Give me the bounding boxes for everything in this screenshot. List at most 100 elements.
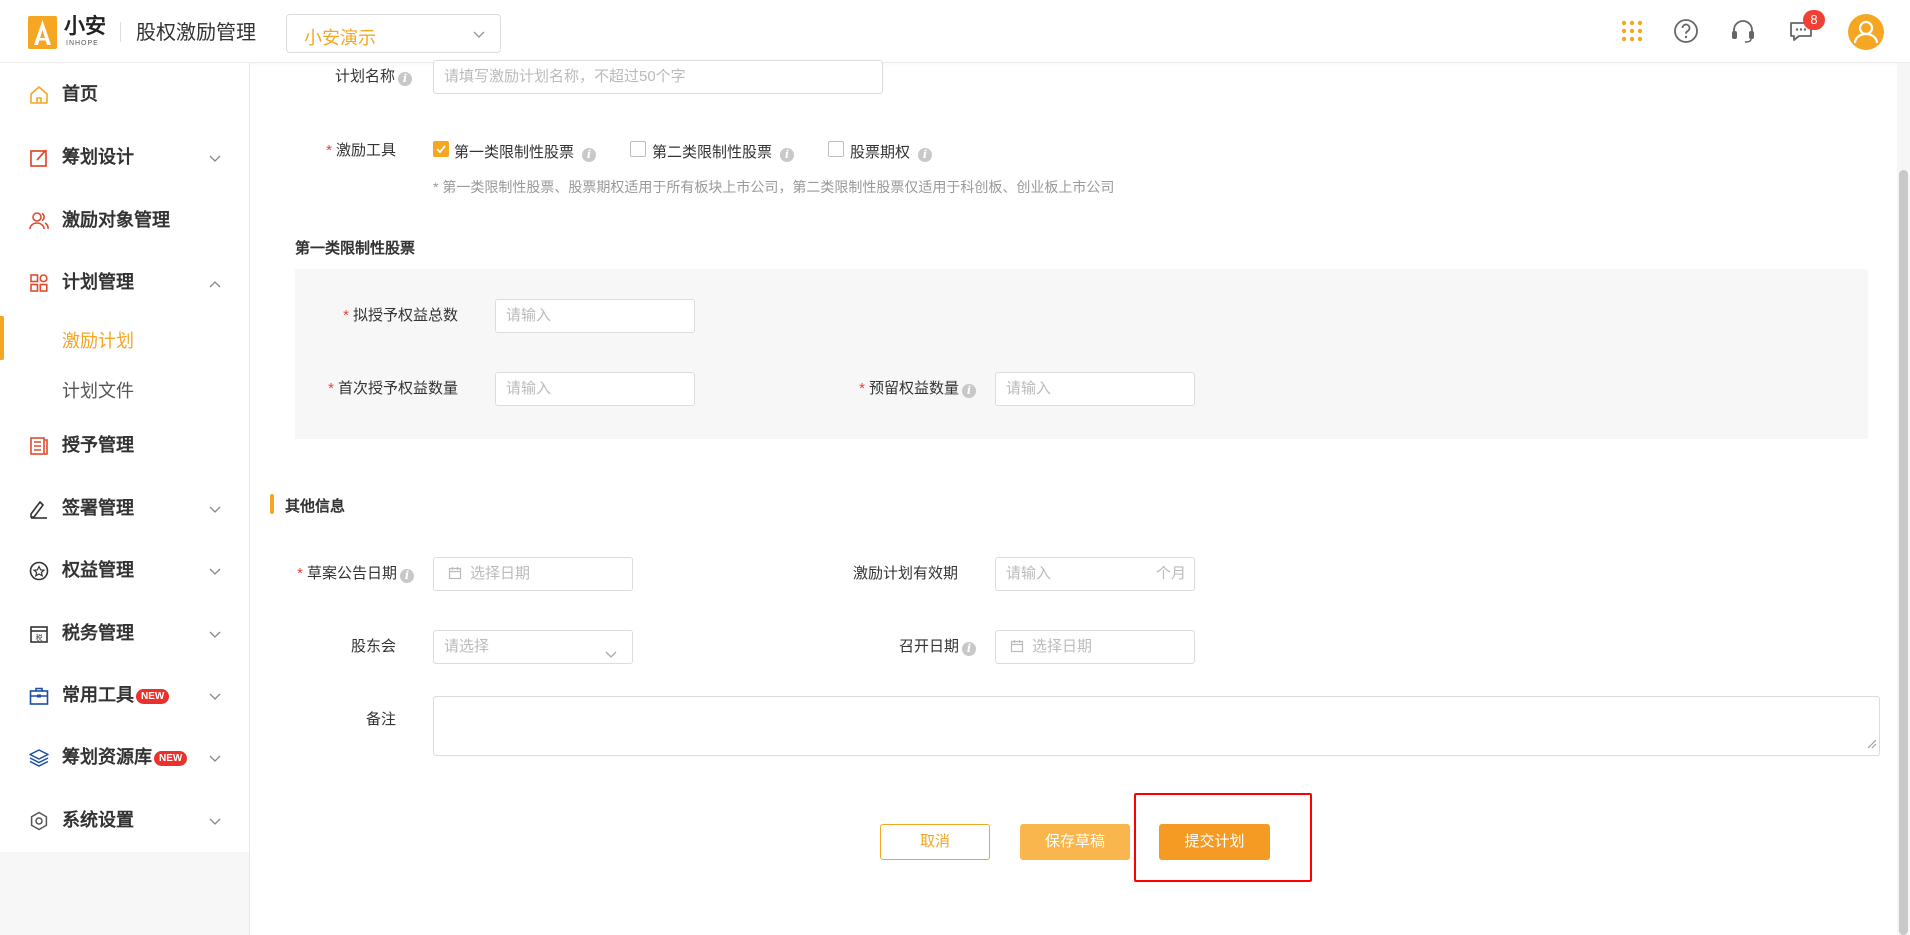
draft-date-label: * 草案公告日期 i bbox=[290, 564, 414, 584]
avatar[interactable] bbox=[1848, 14, 1884, 50]
header-divider bbox=[120, 22, 121, 42]
info-icon[interactable]: i bbox=[918, 148, 933, 162]
grid-icon bbox=[28, 272, 50, 294]
scrollbar-thumb[interactable] bbox=[1899, 170, 1908, 935]
sidebar-item-participants[interactable]: 激励对象管理 bbox=[0, 189, 249, 251]
sidebar-item-resource-library[interactable]: 筹划资源库 NEW bbox=[0, 726, 249, 788]
sidebar-item-home[interactable]: 首页 bbox=[0, 63, 249, 125]
sidebar-subitem-incentive-plan[interactable]: 激励计划 bbox=[0, 314, 249, 364]
section-accent-bar bbox=[270, 494, 274, 514]
chevron-down-icon bbox=[208, 689, 222, 706]
shareholder-meeting-select[interactable]: 请选择 bbox=[433, 630, 633, 664]
notification-badge: 8 bbox=[1803, 10, 1825, 30]
help-icon[interactable] bbox=[1672, 17, 1700, 45]
info-icon[interactable]: i bbox=[780, 148, 795, 162]
chevron-down-icon bbox=[208, 502, 222, 519]
highlight-box bbox=[1134, 793, 1312, 882]
logo-subtitle: INHOPE bbox=[66, 40, 99, 47]
sidebar-subitem-plan-files[interactable]: 计划文件 bbox=[0, 364, 249, 414]
sidebar-item-plan-management[interactable]: 计划管理 bbox=[0, 251, 249, 313]
company-select-value: 小安演示 bbox=[304, 28, 376, 48]
checkbox-type1-restricted[interactable] bbox=[433, 141, 449, 157]
validity-label: 激励计划有效期 bbox=[852, 565, 958, 582]
chevron-down-icon bbox=[208, 751, 222, 768]
chevron-down-icon bbox=[208, 564, 222, 581]
sidebar-item-label: 计划管理 bbox=[62, 272, 134, 292]
total-grant-label: * 拟授予权益总数 bbox=[343, 307, 458, 324]
sidebar-item-grant-management[interactable]: 授予管理 bbox=[0, 414, 249, 476]
sidebar-item-label: 授予管理 bbox=[62, 435, 134, 455]
calendar-icon bbox=[1010, 633, 1024, 663]
chevron-down-icon bbox=[208, 151, 222, 168]
first-grant-label: * 首次授予权益数量 bbox=[328, 380, 458, 397]
meeting-date-picker[interactable]: 选择日期 bbox=[995, 630, 1195, 664]
active-indicator bbox=[0, 316, 4, 360]
info-icon[interactable]: i bbox=[400, 569, 414, 583]
remark-label: 备注 bbox=[365, 711, 396, 728]
company-select[interactable]: 小安演示 bbox=[286, 14, 501, 53]
badge-icon bbox=[28, 560, 50, 582]
sidebar-subitem-label: 计划文件 bbox=[62, 381, 134, 401]
sidebar-subitem-label: 激励计划 bbox=[62, 331, 134, 351]
info-icon[interactable]: i bbox=[962, 642, 976, 656]
sidebar-item-system-settings[interactable]: 系统设置 bbox=[0, 789, 249, 851]
incentive-tool-hint: * 第一类限制性股票、股票期权适用于所有板块上市公司，第二类限制性股票仅适用于科… bbox=[433, 179, 1115, 195]
sidebar-item-tax-management[interactable]: 税 税务管理 bbox=[0, 602, 249, 664]
logo-text: 小安 bbox=[64, 15, 106, 38]
sign-icon bbox=[28, 498, 50, 520]
sidebar-item-signing-management[interactable]: 签署管理 bbox=[0, 477, 249, 539]
reserved-label: * 预留权益数量 i bbox=[800, 379, 976, 399]
validity-suffix: 个月 bbox=[1155, 565, 1186, 582]
toolbox-icon bbox=[28, 685, 50, 707]
calendar-icon bbox=[448, 560, 462, 590]
new-tag: NEW bbox=[154, 751, 188, 766]
info-icon[interactable]: i bbox=[962, 384, 976, 398]
draft-date-picker[interactable]: 选择日期 bbox=[433, 557, 633, 591]
customer-service-icon[interactable] bbox=[1729, 17, 1757, 45]
first-grant-input[interactable]: 请输入 bbox=[495, 372, 695, 406]
logo-icon[interactable] bbox=[28, 16, 57, 49]
sidebar-item-label: 税务管理 bbox=[62, 623, 134, 643]
section-title-other: 其他信息 bbox=[285, 498, 346, 515]
book-icon bbox=[28, 435, 50, 457]
section-title-type1: 第一类限制性股票 bbox=[295, 240, 416, 257]
chevron-up-icon bbox=[208, 276, 222, 293]
layers-icon bbox=[28, 747, 50, 769]
home-icon bbox=[28, 84, 50, 106]
sidebar-item-equity-management[interactable]: 权益管理 bbox=[0, 539, 249, 601]
meeting-date-label: 召开日期 i bbox=[800, 637, 976, 657]
info-icon[interactable]: i bbox=[582, 148, 597, 162]
sidebar-item-label: 首页 bbox=[62, 84, 98, 104]
remark-textarea[interactable] bbox=[433, 696, 1880, 756]
checkbox-stock-option[interactable] bbox=[828, 141, 844, 157]
total-grant-input[interactable]: 请输入 bbox=[495, 299, 695, 333]
cancel-button[interactable]: 取消 bbox=[880, 824, 990, 860]
new-tag: NEW bbox=[136, 689, 170, 704]
shareholder-meeting-label: 股东会 bbox=[350, 638, 396, 655]
info-icon[interactable]: i bbox=[398, 72, 412, 86]
reserved-input[interactable]: 请输入 bbox=[995, 372, 1195, 406]
sidebar-item-planning-design[interactable]: 筹划设计 bbox=[0, 126, 249, 188]
resize-handle-icon[interactable] bbox=[1867, 736, 1877, 753]
plan-name-input[interactable]: 请填写激励计划名称，不超过50个字 bbox=[433, 60, 883, 94]
validity-input[interactable]: 请输入 个月 bbox=[995, 557, 1195, 591]
checkbox-type2-label[interactable]: 第二类限制性股票 i bbox=[652, 141, 795, 162]
checkbox-type1-label[interactable]: 第一类限制性股票 i bbox=[454, 141, 597, 162]
edit-icon bbox=[28, 147, 50, 169]
sidebar-item-common-tools[interactable]: 常用工具 NEW bbox=[0, 664, 249, 726]
sidebar-item-label: 筹划资源库 NEW bbox=[62, 745, 188, 769]
chevron-down-icon bbox=[472, 27, 486, 45]
apps-grid-icon[interactable] bbox=[1618, 17, 1646, 45]
save-draft-button[interactable]: 保存草稿 bbox=[1020, 824, 1130, 860]
type1-panel bbox=[295, 269, 1868, 439]
sidebar-item-label: 激励对象管理 bbox=[62, 210, 170, 230]
sidebar-item-label: 筹划设计 bbox=[62, 147, 134, 167]
incentive-tool-label: * 激励工具 bbox=[326, 142, 396, 159]
plan-name-label: 计划名称 i bbox=[300, 67, 412, 87]
checkbox-stock-option-label[interactable]: 股票期权 i bbox=[850, 141, 933, 162]
sidebar-item-label: 常用工具 NEW bbox=[62, 683, 170, 707]
users-icon bbox=[28, 210, 50, 232]
checkbox-type2-restricted[interactable] bbox=[630, 141, 646, 157]
tax-icon: 税 bbox=[28, 623, 50, 645]
settings-icon bbox=[28, 810, 50, 832]
